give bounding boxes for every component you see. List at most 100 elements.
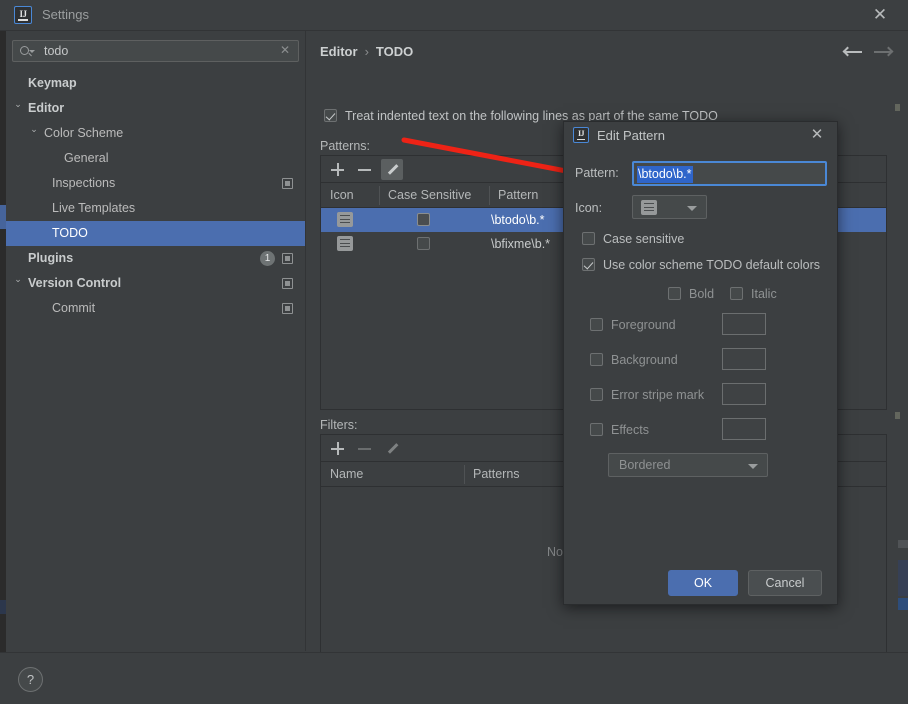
- sidebar-item-todo[interactable]: TODO: [6, 221, 305, 246]
- sidebar-item-label: Inspections: [52, 176, 116, 190]
- sidebar-item-label: Plugins: [28, 251, 74, 265]
- case-sensitive-label: Case sensitive: [603, 232, 685, 246]
- clear-search-icon[interactable]: ✕: [280, 43, 290, 57]
- breadcrumb-parent[interactable]: Editor: [320, 44, 358, 59]
- italic-label: Italic: [751, 287, 777, 301]
- sidebar-item-label: Version Control: [28, 276, 122, 290]
- case-sensitive-checkbox[interactable]: Case sensitive: [582, 232, 684, 246]
- icon-field-label: Icon:: [575, 201, 603, 215]
- settings-tree: Keymap ⌄ Editor ⌄ Color Scheme General Inspect…: [6, 71, 305, 321]
- breadcrumb-separator: ›: [364, 44, 369, 59]
- sidebar-item-color-scheme[interactable]: ⌄ Color Scheme: [6, 121, 305, 146]
- effects-label: Effects: [611, 423, 649, 437]
- case-sensitive-checkbox[interactable]: [417, 213, 430, 226]
- close-icon[interactable]: ✕: [868, 4, 892, 26]
- dialog-close-icon[interactable]: ✕: [807, 125, 827, 145]
- error-stripe-checkbox[interactable]: Error stripe mark: [590, 388, 704, 402]
- pattern-cell: \btodo\b.*: [491, 213, 545, 227]
- chevron-down-icon: [748, 464, 758, 469]
- sidebar-item-inspections[interactable]: Inspections: [6, 171, 305, 196]
- settings-sidebar: todo ✕ Keymap ⌄ Editor ⌄ Color Scheme General…: [6, 31, 305, 651]
- sidebar-item-version-control[interactable]: ⌄ Version Control: [6, 271, 305, 296]
- todo-note-icon: [337, 236, 353, 251]
- sidebar-item-plugins[interactable]: Plugins 1: [6, 246, 305, 271]
- effects-color-swatch[interactable]: [722, 418, 766, 440]
- icon-select[interactable]: [632, 195, 707, 219]
- filters-empty-text: No: [547, 545, 563, 559]
- pattern-input[interactable]: \btodo\b.*: [632, 161, 827, 186]
- checkbox-box: [730, 287, 743, 300]
- search-input[interactable]: todo ✕: [12, 40, 299, 62]
- breadcrumb-current: TODO: [375, 44, 414, 59]
- effects-checkbox[interactable]: Effects: [590, 423, 649, 437]
- intellij-idea-icon: IJ: [14, 6, 32, 24]
- effect-type-select[interactable]: Bordered: [608, 453, 768, 477]
- checkbox-box: [668, 287, 681, 300]
- dialog-cancel-button[interactable]: Cancel: [748, 570, 822, 596]
- sidebar-item-label: General: [64, 151, 109, 165]
- sidebar-item-general[interactable]: General: [6, 146, 305, 171]
- remove-pattern-button[interactable]: [354, 159, 376, 180]
- back-arrow-icon[interactable]: [842, 43, 866, 63]
- case-sensitive-checkbox[interactable]: [417, 237, 430, 250]
- edit-filter-button: [381, 438, 403, 459]
- sidebar-item-commit[interactable]: Commit: [6, 296, 305, 321]
- effect-type-value: Bordered: [619, 458, 671, 472]
- use-default-colors-label: Use color scheme TODO default colors: [603, 258, 820, 272]
- column-header-patterns[interactable]: Patterns: [464, 462, 520, 487]
- settings-sync-icon[interactable]: [282, 178, 293, 189]
- foreground-checkbox[interactable]: Foreground: [590, 318, 676, 332]
- todo-note-icon: [337, 212, 353, 227]
- column-header-name[interactable]: Name: [321, 462, 464, 487]
- sidebar-item-editor[interactable]: ⌄ Editor: [6, 96, 305, 121]
- sidebar-item-keymap[interactable]: Keymap: [6, 71, 305, 96]
- settings-sync-icon[interactable]: [282, 303, 293, 314]
- chevron-down-icon[interactable]: ⌄: [12, 267, 24, 292]
- sidebar-item-label: TODO: [52, 226, 88, 240]
- background-ide-artifact: [898, 560, 908, 596]
- background-ide-artifact: [895, 104, 900, 111]
- pencil-icon: [385, 163, 399, 177]
- help-button[interactable]: ?: [18, 667, 43, 692]
- pattern-field-label: Pattern:: [575, 166, 619, 180]
- sidebar-item-label: Keymap: [28, 76, 77, 90]
- column-header-icon[interactable]: Icon: [321, 183, 379, 208]
- pattern-cell: \bfixme\b.*: [491, 237, 551, 251]
- edit-pattern-dialog: IJ Edit Pattern ✕ Pattern: \btodo\b.* Ic…: [563, 121, 838, 605]
- background-ide-artifact: [898, 540, 908, 548]
- settings-sync-icon[interactable]: [282, 278, 293, 289]
- checkbox-box: [582, 232, 595, 245]
- checkbox-box: [590, 423, 603, 436]
- sidebar-item-live-templates[interactable]: Live Templates: [6, 196, 305, 221]
- column-header-case-sensitive[interactable]: Case Sensitive: [379, 183, 489, 208]
- remove-filter-button: [354, 438, 376, 459]
- bold-checkbox[interactable]: Bold: [668, 287, 714, 301]
- italic-checkbox[interactable]: Italic: [730, 287, 777, 301]
- background-checkbox[interactable]: Background: [590, 353, 678, 367]
- background-ide-artifact: [898, 598, 908, 610]
- checkbox-box: [590, 353, 603, 366]
- dialog-title: Edit Pattern: [597, 128, 665, 143]
- bold-label: Bold: [689, 287, 715, 301]
- use-default-colors-checkbox[interactable]: Use color scheme TODO default colors: [582, 258, 820, 272]
- error-stripe-label: Error stripe mark: [611, 388, 705, 402]
- error-stripe-color-swatch[interactable]: [722, 383, 766, 405]
- edit-pattern-button[interactable]: [381, 159, 403, 180]
- background-label: Background: [611, 353, 678, 367]
- checkbox-box: [324, 109, 337, 122]
- settings-window: IJ Settings ✕ todo ✕ Keymap ⌄ Editor ⌄ Color…: [0, 0, 908, 704]
- add-pattern-button[interactable]: [327, 159, 349, 180]
- settings-sync-icon[interactable]: [282, 253, 293, 264]
- add-filter-button[interactable]: [327, 438, 349, 459]
- breadcrumb: Editor › TODO: [320, 44, 413, 59]
- column-header-pattern[interactable]: Pattern: [489, 183, 538, 208]
- sidebar-item-badge: 1: [260, 251, 275, 266]
- window-title-bar: IJ Settings ✕: [0, 0, 908, 30]
- forward-arrow-icon: [872, 43, 896, 63]
- checkbox-box: [590, 318, 603, 331]
- background-color-swatch[interactable]: [722, 348, 766, 370]
- chevron-down-icon[interactable]: ⌄: [12, 92, 24, 117]
- foreground-color-swatch[interactable]: [722, 313, 766, 335]
- dialog-ok-button[interactable]: OK: [668, 570, 738, 596]
- chevron-down-icon[interactable]: ⌄: [28, 117, 40, 142]
